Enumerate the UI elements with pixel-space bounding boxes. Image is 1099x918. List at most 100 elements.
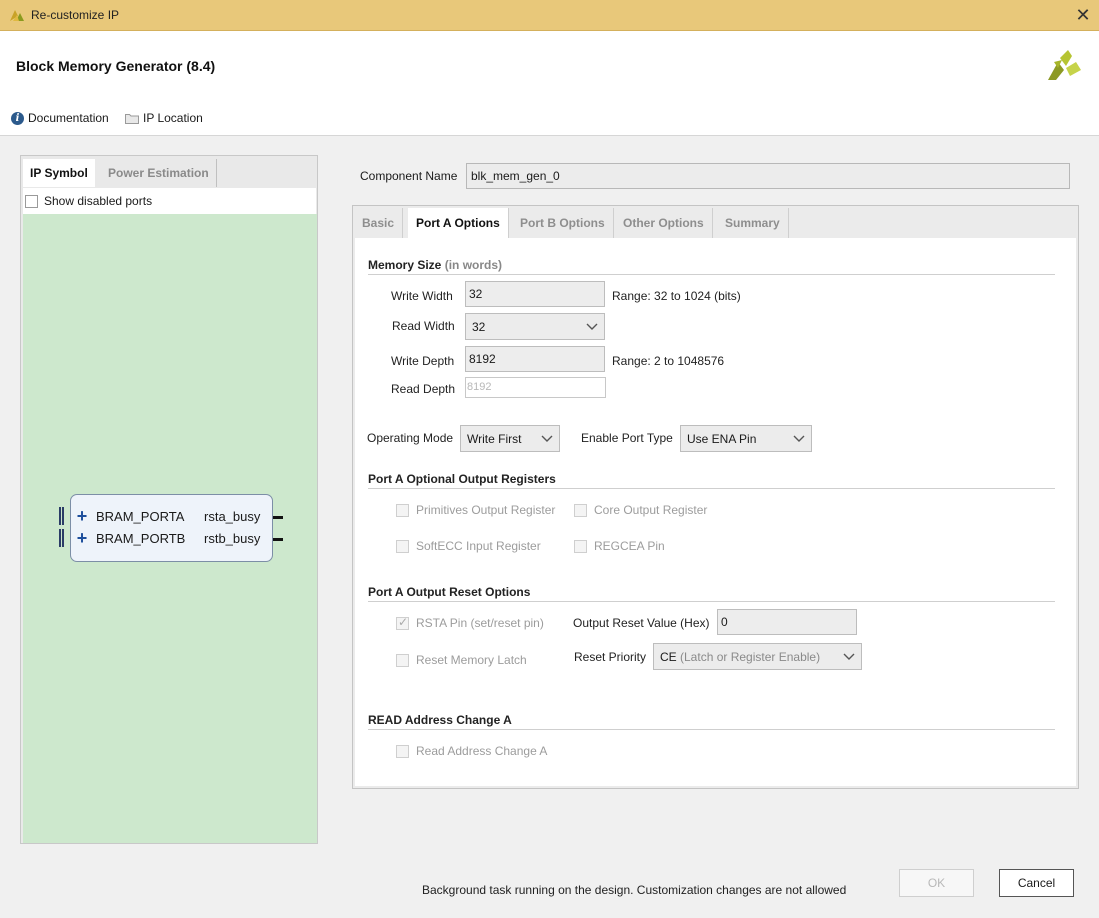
signal-stub-rstb [273,538,283,541]
chevron-down-icon [843,653,855,660]
tab-ip-symbol[interactable]: IP Symbol [23,159,95,187]
output-reset-value-label: Output Reset Value (Hex) [573,616,710,630]
read-width-dropdown[interactable]: 32 [465,313,605,340]
primitives-output-register-checkbox[interactable] [396,503,409,517]
folder-icon [125,113,139,124]
read-address-change-option[interactable]: Read Address Change A [396,744,547,758]
show-disabled-ports-checkbox[interactable] [25,194,38,208]
softecc-input-register-checkbox[interactable] [396,539,409,553]
write-width-input[interactable]: 32 [465,281,605,307]
component-name-label: Component Name [360,169,458,183]
regcea-pin-checkbox[interactable] [574,539,587,553]
ip-symbol-canvas: + BRAM_PORTA rsta_busy + BRAM_PORTB rstb… [23,214,317,843]
read-address-change-label: Read Address Change A [416,744,548,758]
documentation-link[interactable]: i Documentation [11,110,109,126]
divider [368,274,1055,275]
cancel-button[interactable]: Cancel [999,869,1074,897]
status-message: Background task running on the design. C… [422,883,847,897]
tab-basic[interactable]: Basic [354,208,404,238]
tab-port-a-options[interactable]: Port A Options [408,208,509,238]
show-disabled-ports-label: Show disabled ports [44,194,153,208]
enable-port-type-value: Use ENA Pin [687,431,757,446]
write-depth-input[interactable]: 8192 [465,346,605,372]
rsta-pin-option[interactable]: RSTA Pin (set/reset pin) [396,615,544,630]
window-title: Re-customize IP [31,8,120,22]
expand-plus-icon[interactable]: + [74,506,90,527]
memory-size-title: Memory Size [368,258,442,272]
signal-stub-rsta [273,516,283,519]
regcea-pin-label: REGCEA Pin [594,539,665,553]
reset-memory-latch-label: Reset Memory Latch [416,653,527,667]
left-panel-tabs: IP Symbol Power Estimation [22,157,316,187]
expand-plus-icon[interactable]: + [74,528,90,549]
tab-other-options[interactable]: Other Options [615,208,713,238]
ip-symbol-block: + BRAM_PORTA rsta_busy + BRAM_PORTB rstb… [70,494,273,562]
rsta-pin-checkbox[interactable] [396,615,409,630]
options-tabs-frame: Basic Port A Options Port B Options Othe… [352,205,1079,789]
title-bar: Re-customize IP ✕ [0,0,1099,31]
operating-mode-dropdown[interactable]: Write First [460,425,560,452]
operating-mode-label: Operating Mode [367,431,454,445]
operating-mode-value: Write First [467,431,522,446]
ip-location-label: IP Location [143,111,203,125]
reset-priority-detail: (Latch or Register Enable) [680,649,821,664]
primitives-output-register-label: Primitives Output Register [416,503,556,517]
divider [368,488,1055,489]
port-name: BRAM_PORTB [96,530,186,546]
chevron-down-icon [541,435,553,442]
write-width-label: Write Width [391,289,453,303]
reset-memory-latch-checkbox[interactable] [396,653,409,667]
divider [368,601,1055,602]
info-icon: i [11,111,24,125]
tab-summary[interactable]: Summary [717,208,789,238]
reset-priority-value: CE [660,649,677,664]
close-icon[interactable]: ✕ [1074,4,1092,26]
core-output-register-label: Core Output Register [594,503,708,517]
show-disabled-ports-option[interactable]: Show disabled ports [23,188,316,214]
reset-memory-latch-option[interactable]: Reset Memory Latch [396,653,527,667]
core-output-register-checkbox[interactable] [574,503,587,517]
port-row-porta: + BRAM_PORTA rsta_busy [74,506,270,526]
left-panel: IP Symbol Power Estimation Show disabled… [20,155,318,844]
read-width-label: Read Width [392,319,455,333]
write-depth-range: Range: 2 to 1048576 [612,354,725,368]
component-name-input[interactable]: blk_mem_gen_0 [466,163,1070,189]
reset-priority-dropdown[interactable]: CE (Latch or Register Enable) [653,643,862,670]
ip-location-link[interactable]: IP Location [125,110,203,126]
header: Block Memory Generator (8.4) i Documenta… [0,31,1099,136]
primitives-output-register-option[interactable]: Primitives Output Register [396,503,555,517]
documentation-label: Documentation [28,111,109,125]
read-address-change-checkbox[interactable] [396,744,409,758]
memory-size-heading: Memory Size (in words) [368,258,502,272]
port-signal: rstb_busy [204,530,261,546]
vivado-app-icon [10,10,24,21]
output-reset-options-heading: Port A Output Reset Options [368,585,531,599]
regcea-pin-option[interactable]: REGCEA Pin [574,539,665,553]
memory-size-subtitle: (in words) [444,258,503,272]
softecc-input-register-label: SoftECC Input Register [416,539,541,553]
optional-output-registers-heading: Port A Optional Output Registers [368,472,556,486]
read-depth-label: Read Depth [391,382,456,396]
tab-port-b-options[interactable]: Port B Options [512,208,614,238]
reset-priority-label: Reset Priority [574,650,647,664]
xilinx-logo-icon [1048,50,1081,80]
read-depth-field: 8192 [465,377,606,398]
core-output-register-option[interactable]: Core Output Register [574,503,707,517]
bus-connector-porta [59,507,64,525]
port-a-options-panel: Memory Size (in words) Write Width 32 Ra… [355,238,1076,786]
bus-connector-portb [59,529,64,547]
enable-port-type-label: Enable Port Type [581,431,673,445]
divider [368,729,1055,730]
tab-power-estimation[interactable]: Power Estimation [101,159,217,187]
port-signal: rsta_busy [204,508,261,524]
chevron-down-icon [793,435,805,442]
output-reset-value-input[interactable]: 0 [717,609,857,635]
write-width-range: Range: 32 to 1024 (bits) [612,289,741,303]
ok-button[interactable]: OK [899,869,974,897]
softecc-input-register-option[interactable]: SoftECC Input Register [396,539,541,553]
port-name: BRAM_PORTA [96,508,185,524]
enable-port-type-dropdown[interactable]: Use ENA Pin [680,425,812,452]
ip-title: Block Memory Generator (8.4) [16,58,216,74]
chevron-down-icon [586,323,598,330]
write-depth-label: Write Depth [391,354,455,368]
